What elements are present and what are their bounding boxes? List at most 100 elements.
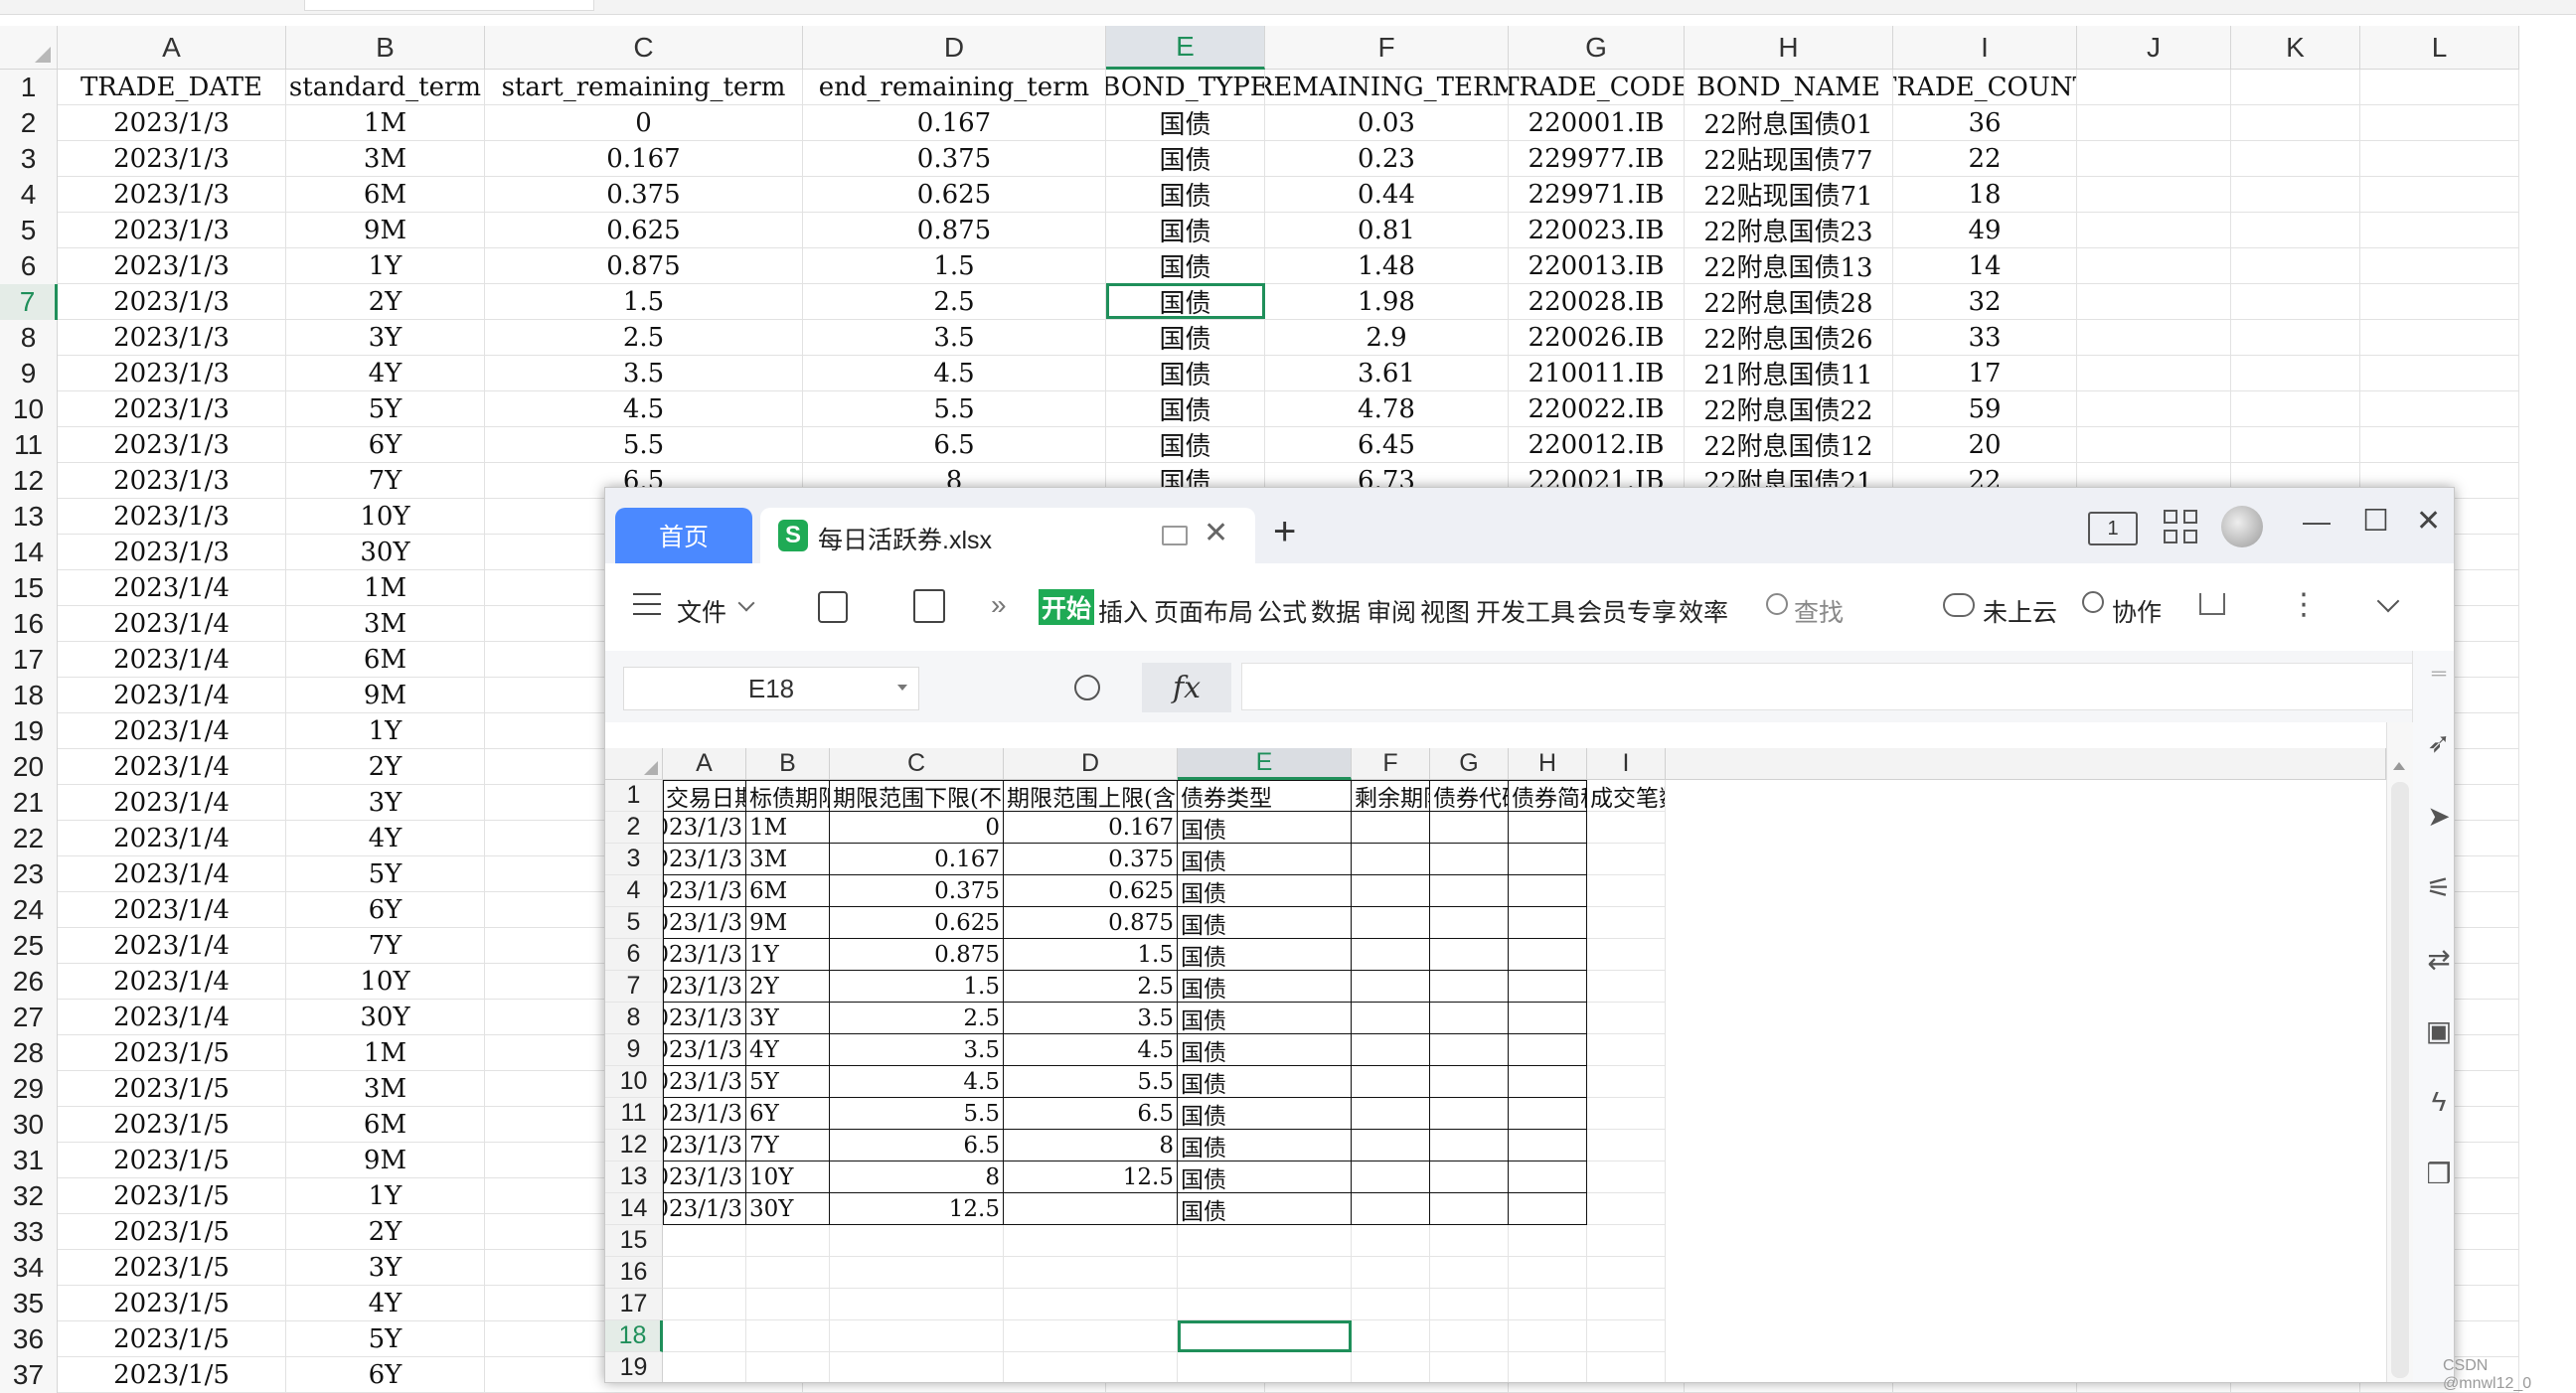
inner-table-cell[interactable]: 2023/1/3	[663, 1098, 746, 1130]
menu-view[interactable]: 视图	[1420, 593, 1470, 629]
inner-row-header-8[interactable]: 8	[605, 1003, 663, 1034]
table-cell[interactable]: 国债	[1106, 356, 1265, 391]
table-cell[interactable]: 32	[1893, 284, 2077, 320]
table-cell[interactable]: 2.9	[1265, 320, 1509, 356]
inner-table-cell[interactable]	[1509, 1130, 1587, 1161]
empty-cell[interactable]	[2360, 427, 2519, 463]
inner-empty-cell[interactable]	[663, 1320, 746, 1352]
table-cell[interactable]: 2023/1/3	[58, 141, 286, 177]
row-header-12[interactable]: 12	[0, 463, 58, 499]
column-header-l[interactable]: L	[2360, 26, 2519, 70]
row-header-27[interactable]: 27	[0, 1000, 58, 1035]
table-cell[interactable]: 36	[1893, 105, 2077, 141]
inner-empty-cell[interactable]	[746, 1257, 830, 1289]
table-cell[interactable]: 0	[485, 105, 803, 141]
row-header-14[interactable]: 14	[0, 535, 58, 570]
empty-cell[interactable]	[2077, 248, 2231, 284]
empty-cell[interactable]	[2231, 177, 2360, 213]
table-cell[interactable]: 1Y	[286, 713, 485, 749]
table-cell[interactable]: 国债	[1106, 177, 1265, 213]
empty-cell[interactable]	[2231, 356, 2360, 391]
table-cell[interactable]: 1.98	[1265, 284, 1509, 320]
inner-table-cell[interactable]: 2023/1/3	[663, 875, 746, 907]
table-cell[interactable]: 2023/1/4	[58, 856, 286, 892]
inner-empty-cell[interactable]	[663, 1257, 746, 1289]
inner-table-cell[interactable]: 1.5	[1004, 939, 1178, 971]
inner-worksheet[interactable]: ABCDEFGHI 1 2 3 4 5 6 7 8 9 10 11 12 13 14 15 16 17 18 19 …	[605, 748, 2386, 1382]
inner-table-cell[interactable]	[1430, 1130, 1509, 1161]
table-cell[interactable]: 22贴现国债77	[1685, 141, 1893, 177]
inner-table-cell[interactable]: 2023/1/3	[663, 939, 746, 971]
table-cell[interactable]: 1.48	[1265, 248, 1509, 284]
inner-table-cell[interactable]: 国债	[1178, 1193, 1352, 1225]
inner-empty-cell[interactable]	[1352, 1225, 1430, 1257]
empty-cell[interactable]	[2360, 213, 2519, 248]
table-cell[interactable]: 5.5	[803, 391, 1106, 427]
inner-table-cell[interactable]	[1587, 907, 1666, 939]
table-cell[interactable]: 国债	[1106, 141, 1265, 177]
table-cell[interactable]: 4.5	[485, 391, 803, 427]
empty-cell[interactable]	[2077, 427, 2231, 463]
table-cell[interactable]: 229971.IB	[1509, 177, 1685, 213]
inner-table-cell[interactable]: 国债	[1178, 1034, 1352, 1066]
name-box-dropdown-icon[interactable]	[897, 685, 907, 691]
inner-empty-cell[interactable]	[1004, 1225, 1178, 1257]
inner-table-cell[interactable]	[1587, 1098, 1666, 1130]
inner-empty-cell[interactable]	[830, 1289, 1004, 1320]
hamburger-menu-icon[interactable]	[633, 593, 661, 615]
row-header-20[interactable]: 20	[0, 749, 58, 785]
name-box[interactable]: E18	[623, 667, 919, 710]
inner-table-cell[interactable]: 4.5	[1004, 1034, 1178, 1066]
table-cell[interactable]: 30Y	[286, 535, 485, 570]
monitor-icon[interactable]	[1162, 526, 1188, 545]
row-header-31[interactable]: 31	[0, 1143, 58, 1178]
inner-table-cell[interactable]	[1509, 1098, 1587, 1130]
minimize-button[interactable]: —	[2303, 506, 2331, 538]
inner-column-header-d[interactable]: D	[1004, 748, 1178, 780]
inner-header-cell[interactable]: 期限范围下限(不含)	[830, 780, 1004, 812]
inner-table-cell[interactable]	[1352, 1098, 1430, 1130]
inner-row-header-16[interactable]: 16	[605, 1257, 663, 1289]
row-header-28[interactable]: 28	[0, 1035, 58, 1071]
table-cell[interactable]: 0.44	[1265, 177, 1509, 213]
row-header-34[interactable]: 34	[0, 1250, 58, 1286]
inner-row-header-12[interactable]: 12	[605, 1130, 663, 1161]
menu-start[interactable]: 开始	[1039, 589, 1094, 625]
inner-table-cell[interactable]: 1M	[746, 812, 830, 844]
header-cell[interactable]: TRADE_DATE	[58, 70, 286, 105]
table-cell[interactable]: 6M	[286, 642, 485, 678]
table-cell[interactable]: 2.5	[803, 284, 1106, 320]
inner-table-cell[interactable]	[1430, 812, 1509, 844]
table-cell[interactable]: 国债	[1106, 320, 1265, 356]
inner-table-cell[interactable]: 2023/1/3	[663, 971, 746, 1003]
table-cell[interactable]: 2Y	[286, 749, 485, 785]
inner-table-cell[interactable]: 0.875	[830, 939, 1004, 971]
cloud-icon[interactable]	[1943, 593, 1975, 617]
inner-table-cell[interactable]: 国债	[1178, 1161, 1352, 1193]
inner-table-cell[interactable]: 2Y	[746, 971, 830, 1003]
inner-table-cell[interactable]: 9M	[746, 907, 830, 939]
column-header-e[interactable]: E	[1106, 26, 1265, 70]
table-cell[interactable]: 10Y	[286, 499, 485, 535]
inner-table-cell[interactable]	[1430, 1193, 1509, 1225]
row-header-32[interactable]: 32	[0, 1178, 58, 1214]
inner-table-cell[interactable]: 0.375	[1004, 844, 1178, 875]
table-cell[interactable]: 2023/1/3	[58, 248, 286, 284]
empty-cell[interactable]	[2360, 356, 2519, 391]
table-cell[interactable]: 2023/1/4	[58, 785, 286, 821]
inner-empty-cell[interactable]	[1430, 1352, 1509, 1382]
inner-table-cell[interactable]	[1430, 1098, 1509, 1130]
table-cell[interactable]: 6M	[286, 177, 485, 213]
inner-empty-cell[interactable]	[1004, 1289, 1178, 1320]
inner-table-cell[interactable]	[1509, 875, 1587, 907]
book-search-icon[interactable]: ❒	[2423, 1158, 2454, 1190]
lightning-icon[interactable]: ϟ	[2423, 1086, 2454, 1118]
table-cell[interactable]: 2023/1/4	[58, 642, 286, 678]
more-options-icon[interactable]: ⋮	[2289, 587, 2319, 622]
inner-table-cell[interactable]	[1587, 844, 1666, 875]
table-cell[interactable]: 2023/1/3	[58, 320, 286, 356]
inner-empty-cell[interactable]	[1178, 1225, 1352, 1257]
table-cell[interactable]: 2023/1/4	[58, 606, 286, 642]
table-cell[interactable]: 220022.IB	[1509, 391, 1685, 427]
table-cell[interactable]: 2023/1/3	[58, 356, 286, 391]
